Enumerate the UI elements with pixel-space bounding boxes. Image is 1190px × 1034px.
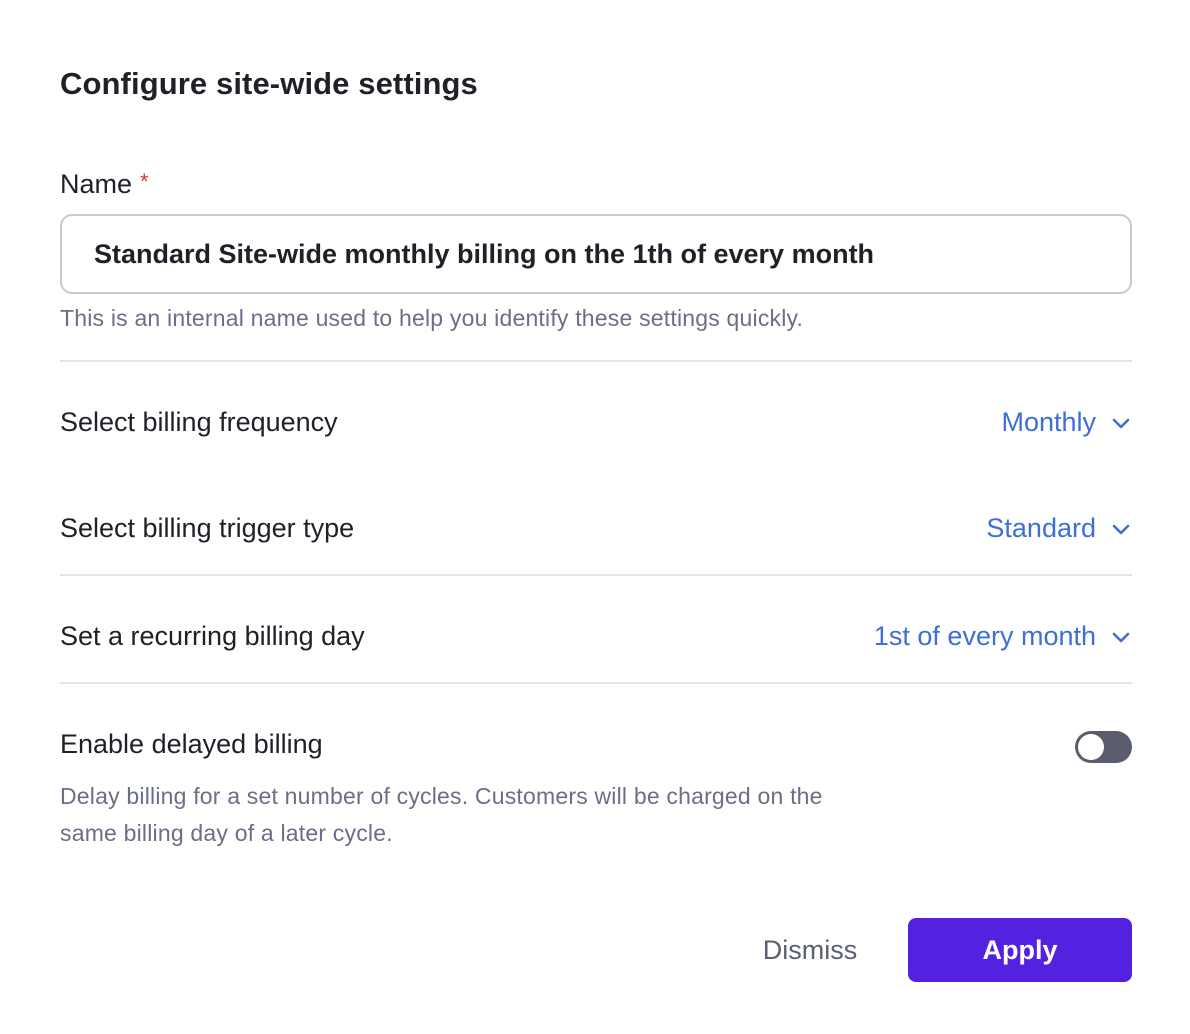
billing-trigger-label: Select billing trigger type [60,513,355,543]
billing-day-label: Set a recurring billing day [60,621,365,651]
name-input[interactable] [60,214,1132,294]
delayed-billing-label: Enable delayed billing [60,729,323,759]
dialog-title: Configure site-wide settings [60,66,478,101]
apply-button[interactable]: Apply [908,918,1132,982]
toggle-knob [1078,734,1104,760]
billing-trigger-value: Standard [986,513,1096,543]
dismiss-button[interactable]: Dismiss [740,918,880,982]
name-helper-text: This is an internal name used to help yo… [60,305,804,331]
delayed-billing-description: Delay billing for a set number of cycles… [60,783,823,846]
name-field-label: Name * [60,169,149,200]
settings-dialog: Configure site-wide settings Name * This … [0,0,1190,1034]
chevron-down-icon [1112,524,1130,534]
name-label-text: Name [60,169,133,199]
required-marker: * [140,169,149,194]
divider [60,360,1132,362]
billing-trigger-select[interactable]: Standard [986,513,1132,544]
billing-day-value: 1st of every month [873,621,1096,651]
chevron-down-icon [1112,632,1130,642]
billing-frequency-label: Select billing frequency [60,407,338,437]
chevron-down-icon [1112,418,1130,428]
delayed-billing-toggle[interactable] [1075,731,1132,763]
billing-frequency-select[interactable]: Monthly [1001,407,1132,438]
divider [60,682,1132,684]
billing-frequency-value: Monthly [1001,407,1096,437]
divider [60,574,1132,576]
billing-day-select[interactable]: 1st of every month [874,621,1132,652]
